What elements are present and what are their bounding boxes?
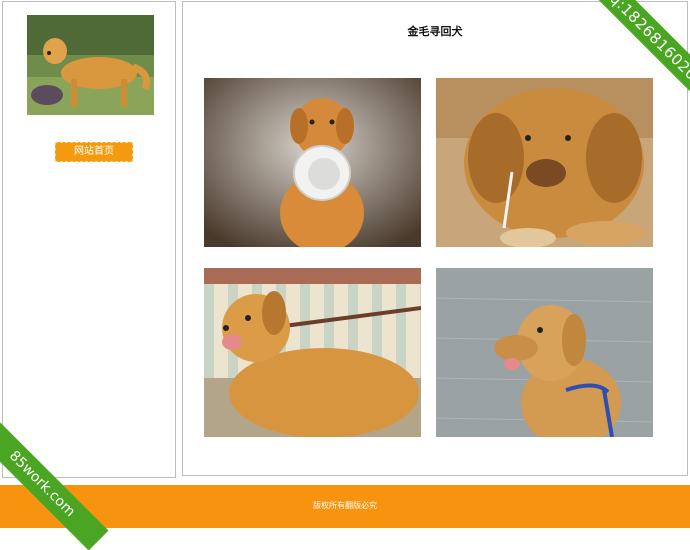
main-panel: 金毛寻回犬 — [182, 1, 688, 476]
photo-dog-by-fence — [204, 268, 421, 437]
photo-dog-by-water — [436, 268, 653, 437]
photo-dog-with-bowl — [204, 78, 421, 247]
copyright-text: 版权所有翻版必究 — [313, 501, 377, 510]
page-title: 金毛寻回犬 — [407, 25, 463, 38]
photo-dog-with-straw — [436, 78, 653, 247]
footer: 版权所有翻版必究 — [0, 485, 690, 528]
sidebar: 网站首页 — [2, 1, 176, 478]
home-button[interactable]: 网站首页 — [55, 142, 133, 162]
sidebar-dog-photo — [27, 15, 154, 115]
